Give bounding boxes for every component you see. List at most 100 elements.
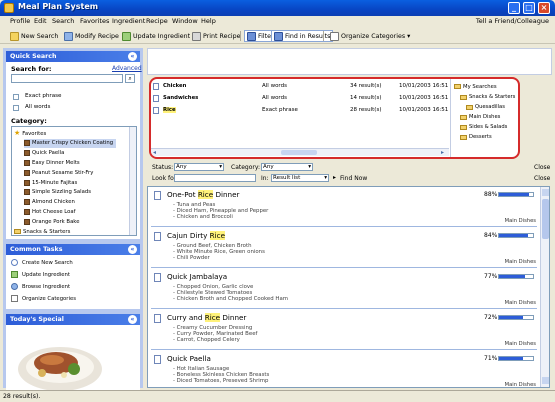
status-select[interactable]: Any ▾	[174, 163, 224, 171]
new-search-button[interactable]: New Search	[8, 30, 60, 42]
tree-item-label: Hot Cheese Loaf	[32, 208, 76, 215]
result-title[interactable]: Curry and Rice Dinner	[167, 313, 246, 322]
folder-icon	[460, 114, 467, 120]
tree-folder[interactable]: Sides & Salads	[454, 122, 518, 132]
result-title[interactable]: Cajun Dirty Rice	[167, 231, 226, 240]
in-select[interactable]: Result list ▾	[271, 174, 329, 182]
ingredient-line: - Carrot, Chopped Celery	[173, 337, 240, 343]
saved-search-row[interactable]: Rice Exact phrase 28 result(s) 10/01/200…	[151, 106, 449, 116]
task-organize-categories[interactable]: Organize Categories	[11, 295, 76, 302]
result-title[interactable]: One-Pot Rice Dinner	[167, 190, 240, 199]
collapse-icon[interactable]: «	[128, 315, 137, 324]
scroll-thumb[interactable]	[542, 199, 549, 239]
close-button[interactable]: ×	[538, 2, 550, 14]
filter-icon	[247, 31, 256, 41]
menu-window[interactable]: Window	[172, 17, 198, 25]
tree-folder[interactable]: Snacks & Starters	[454, 92, 518, 102]
look-for-input[interactable]	[174, 174, 256, 182]
find-in-results-button[interactable]: Find in Results	[271, 30, 334, 42]
all-words-checkbox[interactable]	[13, 105, 19, 111]
advanced-link[interactable]: Advanced	[112, 65, 142, 72]
quick-search-header[interactable]: Quick Search «	[6, 51, 140, 62]
relevance-bar	[498, 315, 534, 320]
search-go-button[interactable]: ⌕	[125, 74, 135, 83]
menu-help[interactable]: Help	[201, 17, 216, 25]
tree-folder[interactable]: Snacks & Starters	[14, 227, 70, 235]
result-divider	[151, 349, 537, 350]
title-bar: Meal Plan System _ □ ×	[0, 0, 555, 16]
scroll-right-icon[interactable]: ▸	[441, 149, 444, 156]
scroll-left-icon[interactable]: ◂	[153, 149, 156, 156]
result-item[interactable]: Cajun Dirty Rice - Ground Beef, Chicken B…	[148, 228, 540, 268]
saved-search-row[interactable]: Chicken All words 34 result(s) 10/01/200…	[151, 82, 449, 92]
result-title[interactable]: Quick Jambalaya	[167, 272, 227, 281]
exact-phrase-checkbox[interactable]	[13, 94, 19, 100]
scroll-down-icon[interactable]	[542, 377, 549, 384]
tree-scrollbar[interactable]	[129, 127, 136, 235]
tree-item-label: Favorites	[22, 130, 47, 137]
folder-icon	[460, 94, 467, 100]
result-item[interactable]: One-Pot Rice Dinner - Tuna and Peas - Dice…	[148, 187, 540, 227]
tree-item[interactable]: Easy Dinner Melts	[24, 158, 80, 167]
menu-recipe[interactable]: Recipe	[146, 17, 168, 25]
organize-categories-button[interactable]: Organize Categories ▾	[328, 30, 412, 42]
find-now-button[interactable]: Find Now	[340, 175, 367, 182]
update-ingredient-button[interactable]: Update Ingredient	[120, 30, 192, 42]
tree-item[interactable]: Orange Pork Bake	[24, 217, 79, 226]
search-doc-icon	[153, 83, 159, 90]
search-panel-frame	[147, 48, 552, 75]
find-icon	[274, 31, 283, 41]
recipe-icon	[24, 218, 30, 225]
menu-favorites[interactable]: Favorites	[80, 17, 109, 25]
tree-item[interactable]: Master Crispy Chicken Coating	[24, 138, 117, 148]
collapse-icon[interactable]: «	[128, 245, 137, 254]
my-searches-tree[interactable]: My Searches Snacks & Starters Quesadilla…	[454, 81, 518, 151]
collapse-icon[interactable]: «	[128, 52, 137, 61]
recipe-doc-icon	[154, 355, 161, 364]
tree-folder[interactable]: Desserts	[454, 132, 518, 142]
print-recipe-button[interactable]: Print Recipe	[190, 30, 243, 42]
search-input[interactable]	[11, 74, 123, 83]
tree-item[interactable]: Peanut Sesame Stir-Fry	[24, 168, 93, 177]
tell-a-friend-link[interactable]: Tell a Friend/Colleague	[476, 17, 549, 25]
menu-profile[interactable]: Profile	[10, 17, 30, 25]
close-find-link[interactable]: Close	[534, 175, 550, 182]
special-dish-image[interactable]	[16, 329, 104, 395]
toolbar-separator	[323, 31, 324, 41]
modify-recipe-button[interactable]: Modify Recipe	[62, 30, 121, 42]
tree-item[interactable]: Quick Paella	[24, 149, 64, 158]
task-create-new-search[interactable]: Create New Search	[11, 259, 73, 266]
todays-special-header[interactable]: Today's Special «	[6, 314, 140, 325]
maximize-button[interactable]: □	[523, 2, 535, 14]
result-item[interactable]: Quick Jambalaya - Chopped Onion, Garlic c…	[148, 269, 540, 309]
tree-item[interactable]: 15-Minute Fajitas	[24, 178, 77, 187]
tree-root[interactable]: My Searches	[454, 81, 518, 92]
scroll-thumb[interactable]	[281, 150, 317, 155]
menu-ingredient[interactable]: Ingredient	[112, 17, 145, 25]
minimize-button[interactable]: _	[508, 2, 520, 14]
tree-item-label: Almond Chicken	[32, 199, 75, 206]
vertical-scrollbar[interactable]	[540, 187, 549, 387]
common-tasks-header[interactable]: Common Tasks «	[6, 244, 140, 255]
scroll-up-icon[interactable]	[542, 189, 549, 196]
result-title[interactable]: Quick Paella	[167, 354, 211, 363]
tree-item[interactable]: Hot Cheese Loaf	[24, 207, 75, 216]
tree-folder[interactable]: ★ Favorites	[14, 129, 46, 138]
menu-search[interactable]: Search	[52, 17, 74, 25]
tree-item-label: Master Crispy Chicken Coating	[32, 140, 114, 147]
category-select[interactable]: Any ▾	[261, 163, 313, 171]
close-filter-link[interactable]: Close	[534, 164, 550, 171]
tree-folder[interactable]: Main Dishes	[454, 112, 518, 122]
task-browse-ingredient[interactable]: Browse Ingredient	[11, 283, 70, 290]
task-update-ingredient[interactable]: Update Ingredient	[11, 271, 70, 278]
result-item[interactable]: Quick Paella - Hot Italian Sausage - Bonel…	[148, 351, 540, 387]
horizontal-scrollbar[interactable]: ◂ ▸	[151, 148, 449, 156]
tree-item[interactable]: Almond Chicken	[24, 198, 75, 207]
saved-search-row[interactable]: Sandwiches All words 14 result(s) 10/01/…	[151, 94, 449, 104]
recipe-doc-icon	[154, 232, 161, 241]
result-item[interactable]: Curry and Rice Dinner - Creamy Cucumber D…	[148, 310, 540, 350]
tree-item[interactable]: Simple Sizzling Salads	[24, 188, 91, 197]
tree-folder[interactable]: Quesadillas	[454, 102, 518, 112]
menu-edit[interactable]: Edit	[34, 17, 47, 25]
category-tree[interactable]: ★ Favorites Master Crispy Chicken Coating Q…	[11, 126, 137, 236]
